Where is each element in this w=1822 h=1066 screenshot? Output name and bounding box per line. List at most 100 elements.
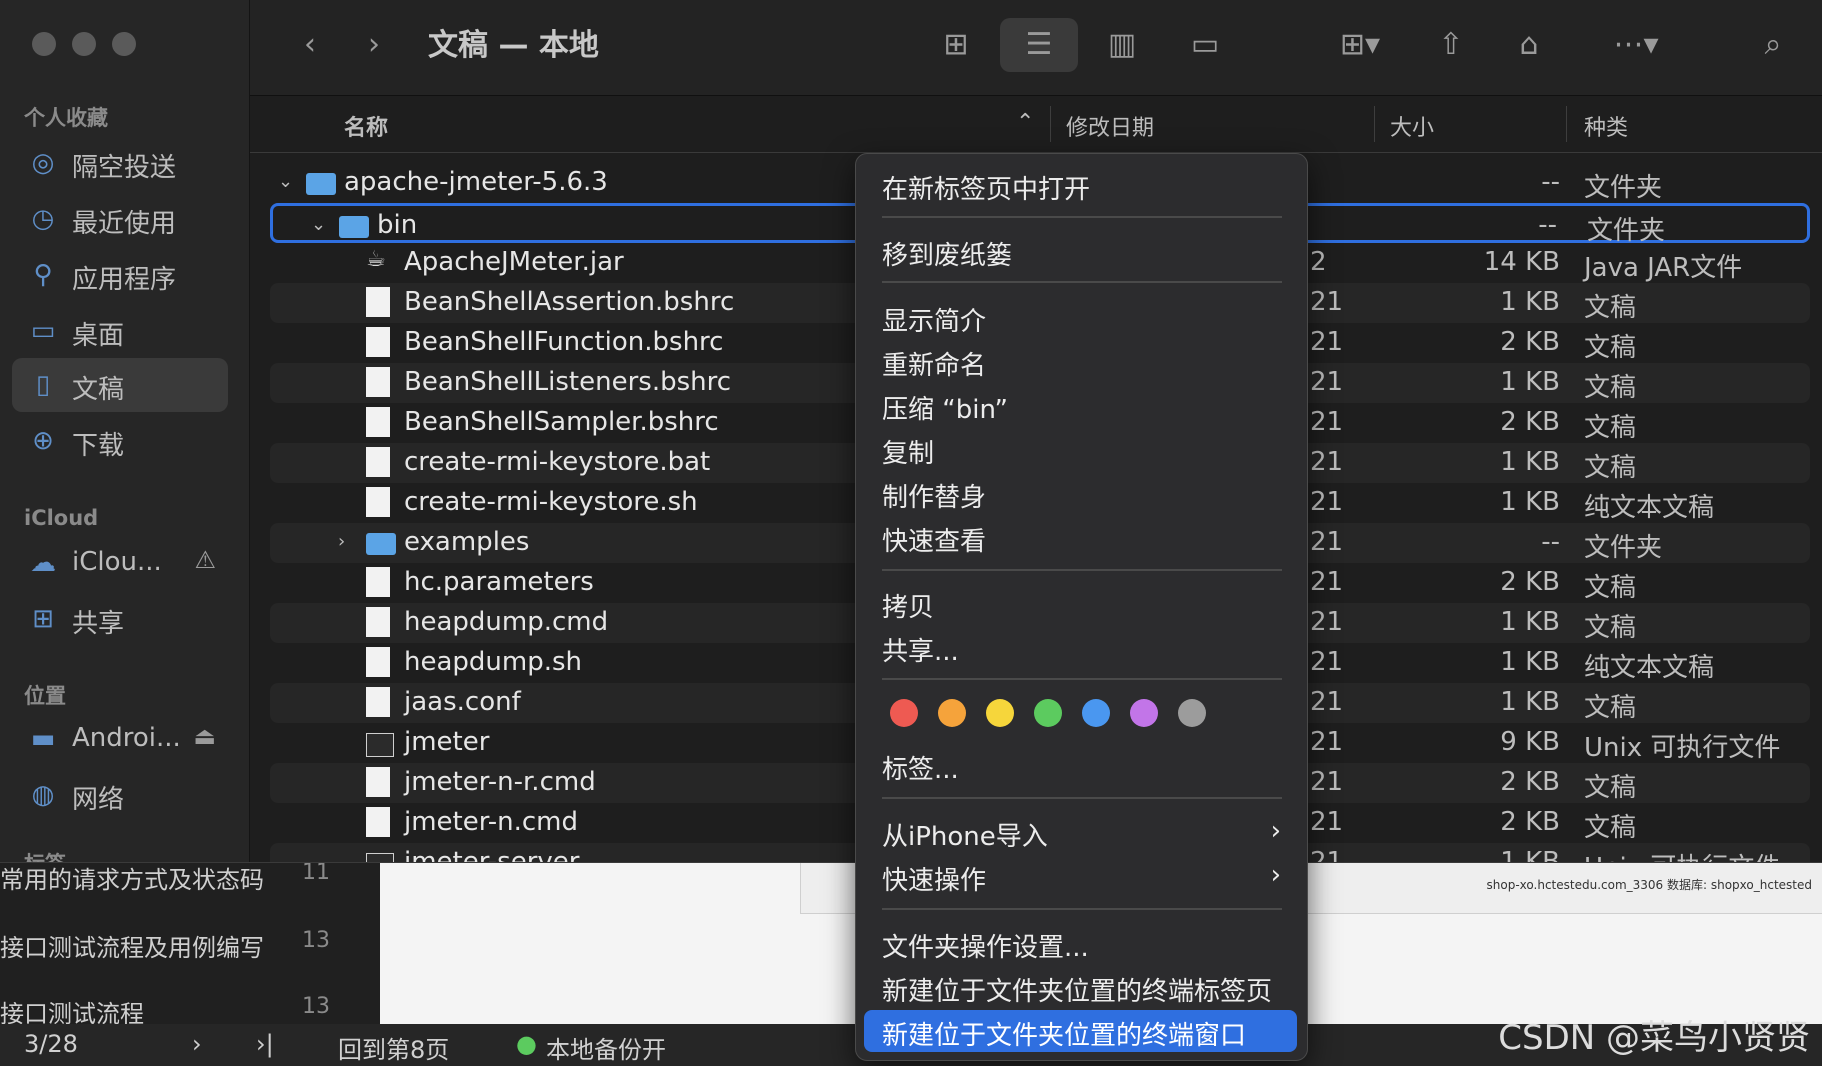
menu-item-tags[interactable]: 标签...	[882, 749, 959, 786]
document-icon	[366, 687, 390, 717]
file-date: 21	[1310, 727, 1344, 757]
menu-item-duplicate[interactable]: 复制	[882, 433, 934, 470]
file-date: 21	[1310, 407, 1344, 437]
page-indicator: 3/28	[24, 1030, 78, 1058]
file-size: --	[1538, 210, 1557, 240]
file-date: 21	[1310, 327, 1344, 357]
menu-item-quick-actions[interactable]: 快速操作	[882, 860, 986, 897]
folder-icon	[306, 173, 336, 195]
file-kind: 文稿	[1584, 773, 1637, 803]
menu-item-move-to-trash[interactable]: 移到废纸篓	[882, 235, 1012, 272]
file-size: 1 KB	[1500, 847, 1560, 862]
menu-item-import-iphone[interactable]: 从iPhone导入	[882, 816, 1048, 853]
file-kind: 纯文本文稿	[1584, 493, 1715, 523]
file-name: BeanShellSampler.bshrc	[404, 407, 719, 437]
file-date: 21	[1310, 487, 1344, 517]
document-icon	[366, 287, 390, 317]
document-icon	[366, 407, 390, 437]
next-page-icon[interactable]: ›	[192, 1030, 202, 1058]
file-date: 21	[1310, 847, 1344, 862]
context-menu: 在新标签页中打开 移到废纸篓 显示简介 重新命名 压缩 “bin” 复制 制作替…	[855, 153, 1308, 1061]
file-date: 21	[1310, 447, 1344, 477]
file-date: 21	[1310, 367, 1344, 397]
file-date: 21	[1310, 767, 1344, 797]
file-size: 2 KB	[1500, 807, 1560, 837]
background-outline-list: 常用的请求方式及状态码 11 接口测试流程及用例编写 13 接口测试流程 13	[0, 860, 380, 1028]
file-kind: Java JAR文件	[1584, 253, 1743, 283]
file-size: 2 KB	[1500, 327, 1560, 357]
document-icon	[366, 367, 390, 397]
file-size: --	[1541, 527, 1560, 557]
backup-status: 本地备份开	[546, 1036, 666, 1064]
file-name: create-rmi-keystore.sh	[404, 487, 698, 517]
folder-icon	[339, 216, 369, 238]
executable-icon	[366, 853, 394, 862]
tag-color-dot[interactable]	[1034, 699, 1062, 727]
menu-item-new-terminal-window[interactable]: 新建位于文件夹位置的终端窗口	[882, 1015, 1246, 1052]
file-size: 9 KB	[1500, 727, 1560, 757]
jar-icon: ☕	[366, 247, 386, 272]
file-size: --	[1541, 167, 1560, 197]
file-name: heapdump.sh	[404, 647, 583, 677]
file-name: jmeter	[404, 727, 490, 757]
document-icon	[366, 647, 390, 677]
file-date: 21	[1310, 527, 1344, 557]
tag-color-dot[interactable]	[1082, 699, 1110, 727]
document-icon	[366, 447, 390, 477]
menu-item-compress[interactable]: 压缩 “bin”	[882, 389, 1008, 426]
file-name: jmeter-n-r.cmd	[404, 767, 596, 797]
file-size: 1 KB	[1500, 687, 1560, 717]
file-name: jmeter-server	[404, 847, 580, 862]
file-name: hc.parameters	[404, 567, 594, 597]
file-kind: 文件夹	[1587, 216, 1666, 246]
document-icon	[366, 807, 390, 837]
menu-item-share[interactable]: 共享...	[882, 631, 959, 668]
list-item[interactable]: 常用的请求方式及状态码 11	[0, 860, 330, 895]
file-kind: 文件夹	[1584, 173, 1663, 203]
tag-color-dot[interactable]	[938, 699, 966, 727]
file-name: jaas.conf	[404, 687, 521, 717]
goto-page-button[interactable]: 回到第8页	[338, 1030, 449, 1065]
file-kind: 文稿	[1584, 333, 1637, 363]
file-size: 2 KB	[1500, 567, 1560, 597]
tag-color-dot[interactable]	[890, 699, 918, 727]
file-date: 21	[1310, 607, 1344, 637]
menu-item-folder-actions[interactable]: 文件夹操作设置...	[882, 927, 1089, 964]
list-item[interactable]: 接口测试流程及用例编写 13	[0, 928, 330, 963]
tag-color-dot[interactable]	[1130, 699, 1158, 727]
menu-item-make-alias[interactable]: 制作替身	[882, 477, 986, 514]
executable-icon	[366, 733, 394, 757]
menu-item-rename[interactable]: 重新命名	[882, 345, 986, 382]
menu-item-new-terminal-tab[interactable]: 新建位于文件夹位置的终端标签页	[882, 971, 1272, 1008]
file-kind: 文稿	[1584, 453, 1637, 483]
file-kind: 文稿	[1584, 373, 1637, 403]
disclosure-closed-icon[interactable]: ›	[338, 531, 345, 552]
file-date: 21	[1310, 287, 1344, 317]
document-icon	[366, 607, 390, 637]
file-kind: 文稿	[1584, 613, 1637, 643]
backup-status-icon: ●	[516, 1030, 537, 1058]
file-kind: 文稿	[1584, 693, 1637, 723]
file-kind: 文稿	[1584, 293, 1637, 323]
document-icon	[366, 567, 390, 597]
file-name: heapdump.cmd	[404, 607, 609, 637]
file-kind: 纯文本文稿	[1584, 653, 1715, 683]
menu-item-quick-look[interactable]: 快速查看	[882, 521, 986, 558]
tag-color-dot[interactable]	[986, 699, 1014, 727]
file-name: bin	[377, 210, 418, 240]
document-icon	[366, 327, 390, 357]
menu-item-copy[interactable]: 拷贝	[882, 587, 934, 624]
disclosure-open-icon[interactable]: ⌄	[311, 214, 326, 235]
menu-item-get-info[interactable]: 显示简介	[882, 301, 986, 338]
tag-color-dot[interactable]	[1178, 699, 1206, 727]
file-size: 1 KB	[1500, 607, 1560, 637]
file-kind: Unix 可执行文件	[1584, 847, 1780, 862]
disclosure-open-icon[interactable]: ⌄	[278, 171, 293, 192]
menu-item-open-new-tab[interactable]: 在新标签页中打开	[882, 169, 1090, 206]
file-size: 1 KB	[1500, 487, 1560, 517]
file-size: 14 KB	[1483, 247, 1560, 277]
watermark: CSDN @菜鸟小贤贤	[1498, 1018, 1810, 1058]
last-page-icon[interactable]: ›|	[256, 1030, 274, 1058]
file-kind: Unix 可执行文件	[1584, 733, 1781, 763]
file-kind: 文稿	[1584, 413, 1637, 443]
